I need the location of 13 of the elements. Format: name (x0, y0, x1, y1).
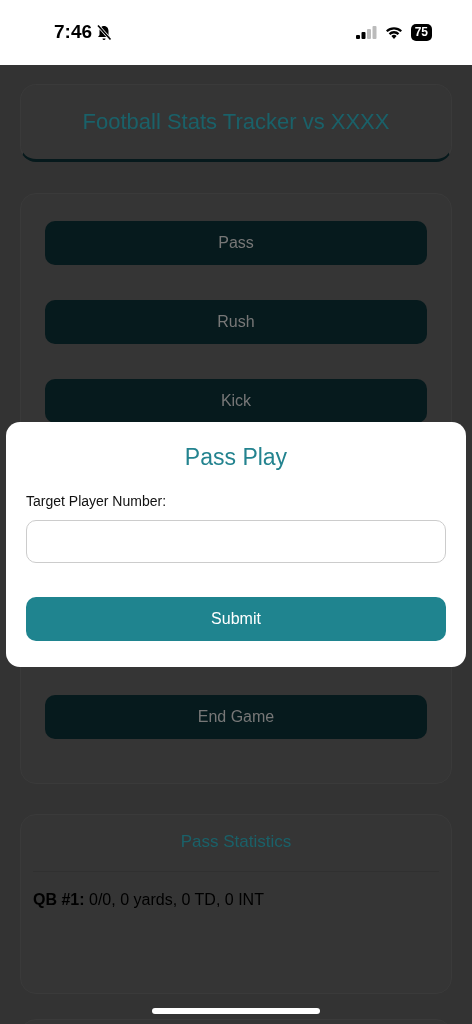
input-field[interactable] (26, 519, 446, 563)
clock-time: 7:46 (54, 20, 93, 45)
wifi-icon (384, 26, 403, 39)
action-button[interactable]: Pass (45, 221, 427, 265)
action-button[interactable]: Kick (45, 379, 427, 423)
battery-level: 75 (410, 24, 432, 41)
field-label: Target Player Number: (26, 491, 168, 511)
modal-title: Pass Play (183, 443, 289, 472)
muted-bell-icon (96, 24, 113, 41)
action-button[interactable]: End Game (45, 695, 427, 739)
signal-icon (355, 26, 377, 39)
submit-button[interactable]: Submit (26, 597, 446, 641)
action-button[interactable]: Rush (45, 300, 427, 344)
